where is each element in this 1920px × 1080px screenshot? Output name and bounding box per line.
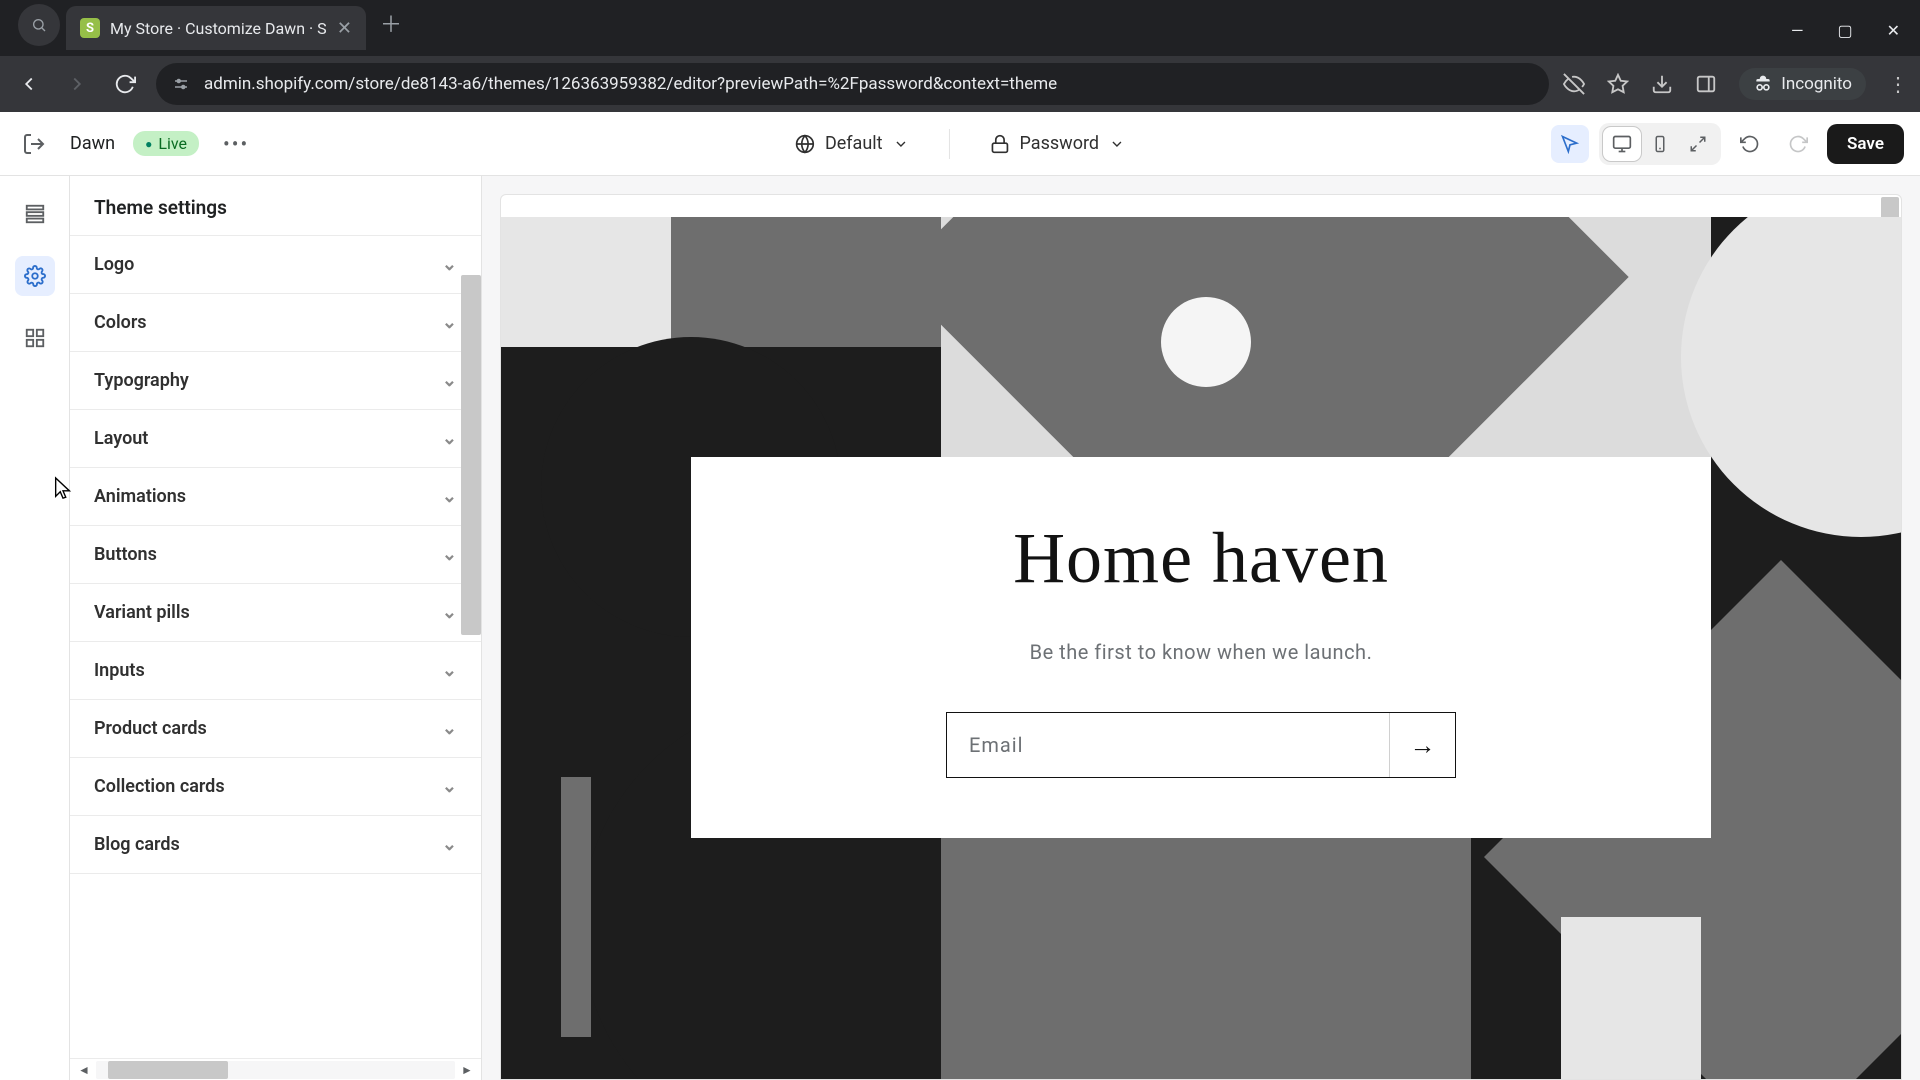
nav-back-button[interactable] xyxy=(12,67,46,101)
accordion-item-colors[interactable]: Colors⌄ xyxy=(70,294,481,352)
editor-main: Theme settings Logo⌄ Colors⌄ Typography⌄… xyxy=(0,176,1920,1080)
chevron-down-icon: ⌄ xyxy=(442,660,457,681)
inspector-toggle[interactable] xyxy=(1551,125,1589,163)
accordion-item-logo[interactable]: Logo⌄ xyxy=(70,236,481,294)
page-selector[interactable]: Password xyxy=(980,127,1136,160)
accordion-item-buttons[interactable]: Buttons⌄ xyxy=(70,526,481,584)
accordion-item-typography[interactable]: Typography⌄ xyxy=(70,352,481,410)
accordion-item-product-cards[interactable]: Product cards⌄ xyxy=(70,700,481,758)
close-tab-icon[interactable]: ✕ xyxy=(337,18,352,39)
chevron-down-icon: ⌄ xyxy=(442,602,457,623)
page-label: Password xyxy=(1020,133,1100,154)
scroll-right-icon[interactable]: ► xyxy=(459,1063,475,1077)
browser-tab-strip: S My Store · Customize Dawn · S ✕ ＋ — ▢ … xyxy=(0,0,1920,56)
theme-settings-rail-icon[interactable] xyxy=(15,256,55,296)
url-bar[interactable]: admin.shopify.com/store/de8143-a6/themes… xyxy=(156,63,1549,105)
new-tab-button[interactable]: ＋ xyxy=(380,7,402,39)
sidebar-vertical-scrollbar[interactable] xyxy=(461,275,481,635)
accordion-item-layout[interactable]: Layout⌄ xyxy=(70,410,481,468)
incognito-label: Incognito xyxy=(1781,74,1852,94)
browser-tab[interactable]: S My Store · Customize Dawn · S ✕ xyxy=(66,6,366,50)
chevron-down-icon: ⌄ xyxy=(442,834,457,855)
window-maximize-icon[interactable]: ▢ xyxy=(1837,21,1852,40)
settings-sidebar: Theme settings Logo⌄ Colors⌄ Typography⌄… xyxy=(70,176,482,1080)
download-icon[interactable] xyxy=(1651,73,1673,95)
tab-title: My Store · Customize Dawn · S xyxy=(110,19,327,38)
browser-menu-icon[interactable]: ⋮ xyxy=(1888,72,1908,96)
settings-accordion: Logo⌄ Colors⌄ Typography⌄ Layout⌄ Animat… xyxy=(70,235,481,874)
accordion-item-inputs[interactable]: Inputs⌄ xyxy=(70,642,481,700)
eye-off-icon[interactable] xyxy=(1563,73,1585,95)
chevron-down-icon: ⌄ xyxy=(442,312,457,333)
theme-more-button[interactable]: ••• xyxy=(217,132,255,156)
template-selector[interactable]: Default xyxy=(785,127,919,160)
email-signup-row: → xyxy=(946,712,1456,778)
store-heading: Home haven xyxy=(731,517,1671,600)
shopify-favicon-icon: S xyxy=(80,18,100,38)
decor-shape xyxy=(501,217,671,347)
url-text: admin.shopify.com/store/de8143-a6/themes… xyxy=(204,74,1057,94)
sidepanel-icon[interactable] xyxy=(1695,73,1717,95)
incognito-badge[interactable]: Incognito xyxy=(1739,68,1866,100)
preview-canvas: Home haven Be the first to know when we … xyxy=(501,217,1901,1079)
email-input[interactable] xyxy=(947,713,1389,777)
decor-shape xyxy=(561,777,591,1037)
chevron-down-icon: ⌄ xyxy=(442,718,457,739)
sections-rail-icon[interactable] xyxy=(15,194,55,234)
left-icon-rail xyxy=(0,176,70,1080)
preview-area: Home haven Be the first to know when we … xyxy=(482,176,1920,1080)
live-badge: Live xyxy=(133,131,199,156)
accordion-item-blog-cards[interactable]: Blog cards⌄ xyxy=(70,816,481,874)
sidebar-horizontal-scrollbar[interactable]: ◄ ► xyxy=(70,1058,481,1080)
store-subtext: Be the first to know when we launch. xyxy=(731,640,1671,664)
device-fullscreen-button[interactable] xyxy=(1679,127,1717,161)
sidebar-title: Theme settings xyxy=(70,176,481,235)
decor-shape xyxy=(1561,917,1701,1079)
divider xyxy=(949,129,950,159)
device-desktop-button[interactable] xyxy=(1603,127,1641,161)
chevron-down-icon: ⌄ xyxy=(442,370,457,391)
nav-reload-button[interactable] xyxy=(108,67,142,101)
template-label: Default xyxy=(825,133,883,154)
email-submit-button[interactable]: → xyxy=(1389,713,1455,777)
editor-app-bar: Dawn Live ••• Default Password xyxy=(0,112,1920,176)
save-button[interactable]: Save xyxy=(1827,124,1904,164)
window-minimize-icon[interactable]: — xyxy=(1791,21,1804,40)
password-card: Home haven Be the first to know when we … xyxy=(691,457,1711,838)
decor-shape xyxy=(1161,297,1251,387)
accordion-item-animations[interactable]: Animations⌄ xyxy=(70,468,481,526)
scroll-left-icon[interactable]: ◄ xyxy=(76,1063,92,1077)
site-controls-icon[interactable] xyxy=(172,75,190,93)
nav-forward-button[interactable] xyxy=(60,67,94,101)
apps-rail-icon[interactable] xyxy=(15,318,55,358)
device-preview-group xyxy=(1599,123,1721,165)
exit-editor-button[interactable] xyxy=(16,126,52,162)
bookmark-star-icon[interactable] xyxy=(1607,73,1629,95)
preview-frame: Home haven Be the first to know when we … xyxy=(500,194,1902,1080)
chevron-down-icon: ⌄ xyxy=(442,254,457,275)
device-mobile-button[interactable] xyxy=(1641,127,1679,161)
accordion-item-variant-pills[interactable]: Variant pills⌄ xyxy=(70,584,481,642)
browser-toolbar: admin.shopify.com/store/de8143-a6/themes… xyxy=(0,56,1920,112)
window-close-icon[interactable]: ✕ xyxy=(1887,21,1900,40)
theme-name: Dawn xyxy=(70,133,115,154)
redo-button[interactable] xyxy=(1779,125,1817,163)
chevron-down-icon: ⌄ xyxy=(442,486,457,507)
undo-button[interactable] xyxy=(1731,125,1769,163)
accordion-item-collection-cards[interactable]: Collection cards⌄ xyxy=(70,758,481,816)
chevron-down-icon: ⌄ xyxy=(442,544,457,565)
chevron-down-icon: ⌄ xyxy=(442,428,457,449)
tab-search-button[interactable] xyxy=(18,4,60,46)
chevron-down-icon: ⌄ xyxy=(442,776,457,797)
